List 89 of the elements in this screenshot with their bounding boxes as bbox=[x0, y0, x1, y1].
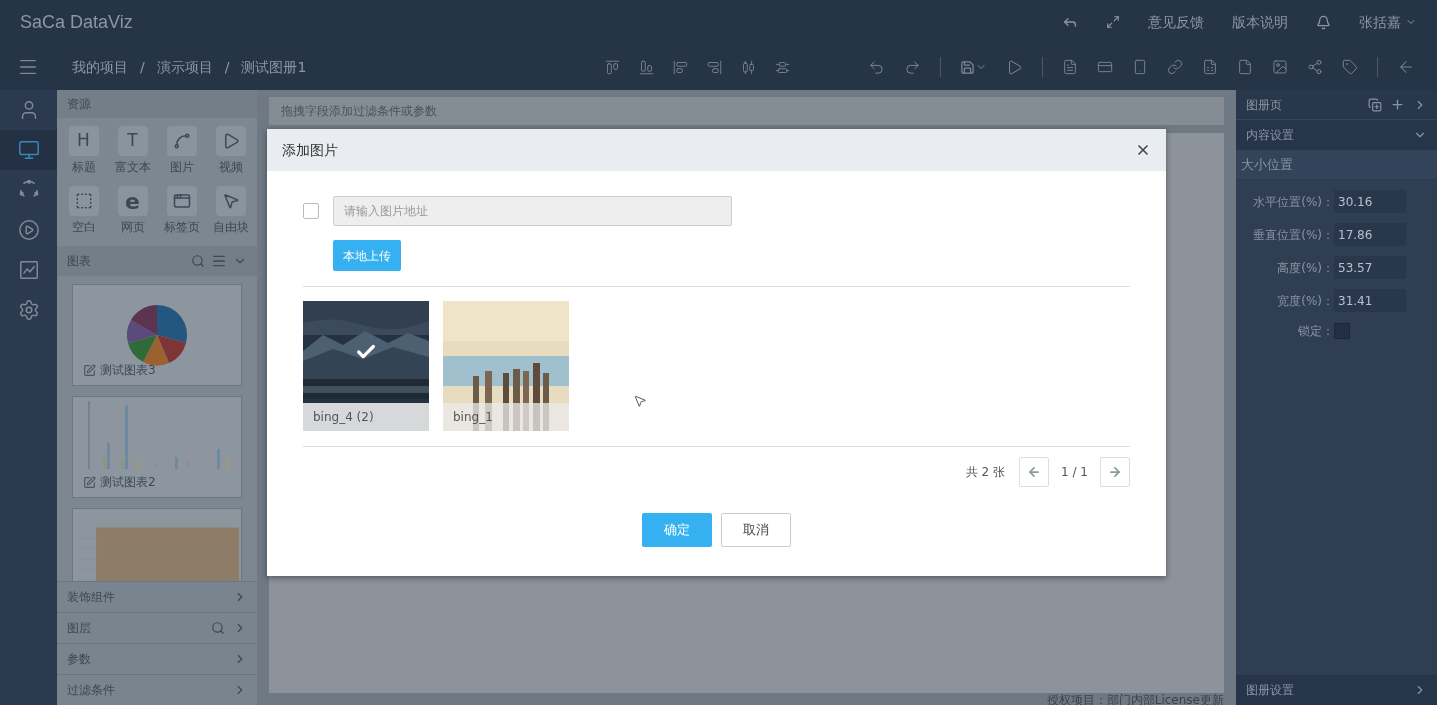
document-icon[interactable] bbox=[1062, 59, 1078, 75]
add-copy-icon[interactable] bbox=[1368, 97, 1382, 112]
breadcrumb-separator: / bbox=[224, 57, 230, 77]
confirm-button[interactable]: 确定 bbox=[642, 513, 712, 547]
phone-icon[interactable] bbox=[1132, 59, 1148, 75]
close-icon[interactable] bbox=[1135, 142, 1151, 158]
accordion-header[interactable]: 内容设置 bbox=[1236, 120, 1437, 150]
panel-title: 图册页 bbox=[1246, 96, 1282, 114]
resource-item[interactable]: 图片 bbox=[157, 126, 206, 176]
page-indicator: 1 / 1 bbox=[1061, 464, 1088, 481]
resource-item[interactable]: 自由块 bbox=[206, 186, 255, 236]
link-icon[interactable] bbox=[1167, 59, 1183, 75]
chart-title: 测试图表2 bbox=[100, 474, 156, 491]
align-top-icon[interactable] bbox=[605, 59, 620, 75]
resource-item[interactable]: 空白 bbox=[59, 186, 108, 236]
resource-glyph: T bbox=[117, 126, 148, 156]
group-title: 大小位置 bbox=[1241, 155, 1293, 174]
field-label: 高度(%)： bbox=[1276, 259, 1334, 277]
url-field[interactable]: 请输入图片地址 bbox=[333, 196, 732, 226]
align-right-icon[interactable] bbox=[707, 59, 722, 75]
field-label: 宽度(%)： bbox=[1276, 292, 1334, 310]
previous-page-button[interactable] bbox=[1019, 457, 1050, 487]
tab-window-icon bbox=[166, 186, 197, 216]
edit-icon[interactable] bbox=[83, 363, 96, 377]
image-card[interactable]: bing_1 bbox=[443, 301, 569, 431]
next-page-button[interactable] bbox=[1100, 457, 1130, 487]
accordion-header[interactable]: 图册设置 bbox=[1236, 675, 1437, 705]
arrow-left-icon bbox=[1027, 465, 1042, 479]
edit-icon[interactable] bbox=[83, 475, 96, 489]
number-field[interactable]: 31.41 bbox=[1334, 289, 1406, 312]
image-name: bing_4 (2) bbox=[313, 409, 374, 426]
chart-card[interactable]: 测试图表2 bbox=[72, 396, 242, 498]
number-field[interactable]: 17.86 bbox=[1334, 223, 1406, 246]
list-icon[interactable] bbox=[211, 253, 227, 269]
align-left-icon[interactable] bbox=[673, 59, 688, 75]
image-count: 共 2 张 bbox=[965, 464, 1006, 481]
resource-item[interactable]: H 标题 bbox=[59, 126, 108, 176]
rail-item[interactable] bbox=[0, 130, 57, 170]
plus-icon[interactable] bbox=[1390, 97, 1405, 112]
upload-button[interactable]: 本地上传 bbox=[333, 240, 401, 271]
user-menu[interactable]: 张括嘉 bbox=[1359, 11, 1417, 33]
settings-icon bbox=[17, 299, 40, 321]
align-bottom-icon[interactable] bbox=[639, 59, 654, 75]
distribute-vertical-icon[interactable] bbox=[775, 59, 790, 75]
search-icon[interactable] bbox=[211, 621, 225, 635]
resource-item[interactable]: 标签页 bbox=[157, 186, 206, 236]
play-icon[interactable] bbox=[1006, 58, 1023, 76]
tag-icon[interactable] bbox=[1342, 59, 1358, 75]
save-menu[interactable] bbox=[960, 59, 987, 75]
chart-title: 测试图表3 bbox=[100, 362, 156, 379]
save-icon bbox=[960, 59, 975, 75]
play-icon bbox=[17, 219, 40, 241]
image-name: bing_1 bbox=[453, 409, 493, 426]
cancel-button[interactable]: 取消 bbox=[721, 513, 791, 547]
breadcrumb-link[interactable]: 我的项目 bbox=[72, 56, 128, 78]
resource-item[interactable]: 视频 bbox=[206, 126, 255, 176]
number-field[interactable]: 30.16 bbox=[1334, 190, 1406, 213]
play-icon bbox=[215, 126, 246, 156]
header-link[interactable]: 版本说明 bbox=[1232, 11, 1288, 33]
field-label: 锁定： bbox=[1297, 323, 1334, 340]
distribute-horizontal-icon[interactable] bbox=[741, 59, 756, 75]
breadcrumb-separator: / bbox=[140, 57, 145, 77]
header-link[interactable]: 意见反馈 bbox=[1148, 11, 1204, 33]
brand-logo[interactable]: SaCa DataViz bbox=[20, 8, 133, 36]
search-icon[interactable] bbox=[191, 254, 205, 268]
url-checkbox[interactable] bbox=[303, 203, 319, 219]
back-icon[interactable] bbox=[1397, 58, 1415, 76]
line-chart-icon bbox=[17, 259, 40, 281]
breadcrumb-link[interactable]: 测试图册1 bbox=[241, 56, 307, 78]
number-field[interactable]: 53.57 bbox=[1334, 256, 1406, 279]
monitor-icon bbox=[17, 139, 40, 161]
card-icon[interactable] bbox=[1097, 59, 1113, 75]
lock-checkbox[interactable] bbox=[1334, 323, 1350, 339]
expand-icon[interactable] bbox=[1106, 15, 1120, 29]
bell-icon[interactable] bbox=[1316, 14, 1331, 30]
resource-item[interactable]: e 网页 bbox=[108, 186, 157, 236]
cursor-icon bbox=[633, 393, 647, 409]
redo-icon[interactable] bbox=[904, 58, 921, 76]
share-icon[interactable] bbox=[1307, 59, 1323, 75]
field-label: 水平位置(%)： bbox=[1252, 193, 1334, 211]
chart-card[interactable]: 测试图表3 bbox=[72, 284, 242, 386]
field-label: 垂直位置(%)： bbox=[1252, 226, 1334, 244]
undo-icon[interactable] bbox=[868, 58, 885, 76]
dialog-title: 添加图片 bbox=[282, 140, 338, 160]
dashed-square-icon bbox=[68, 186, 99, 216]
breadcrumb-link[interactable]: 演示项目 bbox=[156, 56, 213, 78]
resource-item[interactable]: T 富文本 bbox=[108, 126, 157, 176]
resource-glyph: e bbox=[117, 186, 148, 216]
resource-glyph: H bbox=[68, 126, 99, 156]
